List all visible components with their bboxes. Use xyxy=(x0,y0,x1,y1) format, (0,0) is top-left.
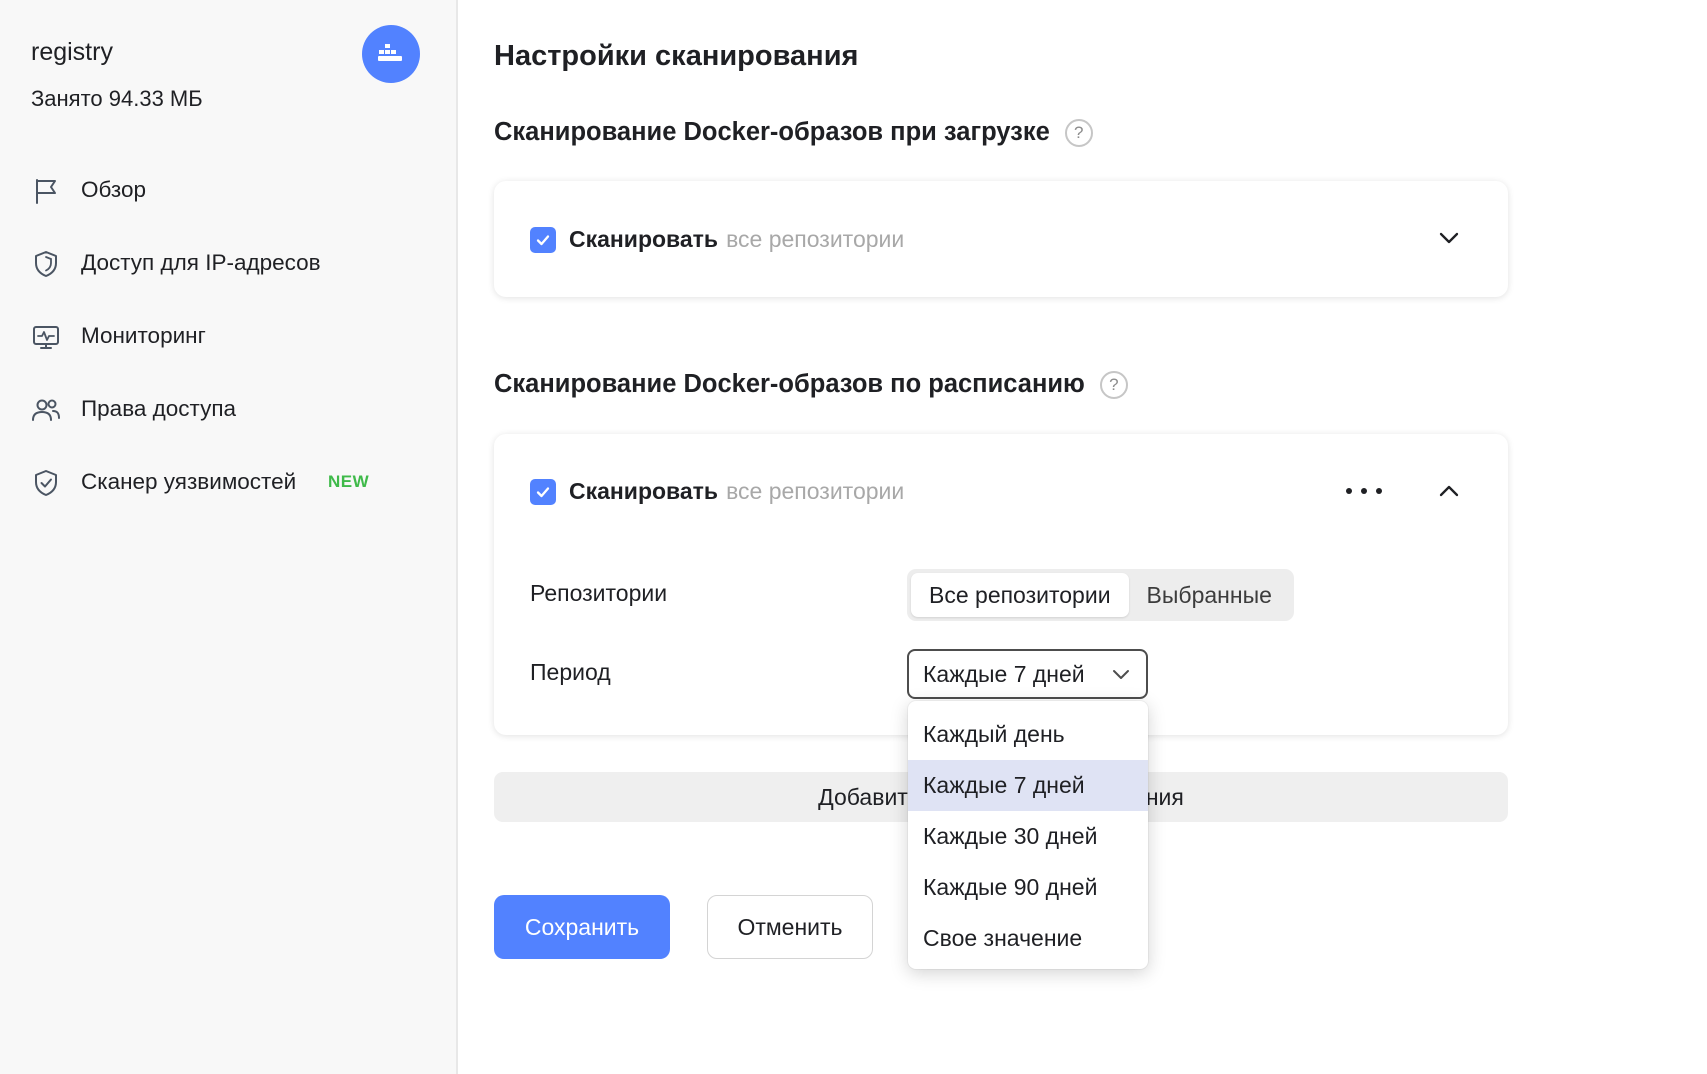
upload-scan-checkbox[interactable] xyxy=(530,226,556,253)
period-option-every-day[interactable]: Каждый день xyxy=(908,709,1148,760)
monitor-icon xyxy=(33,326,59,349)
sidebar: registry Занято 94.33 МБ Обзор Доступ дл… xyxy=(0,0,458,1074)
sidebar-item-label: Мониторинг xyxy=(81,323,206,348)
checkmark-icon xyxy=(536,486,550,497)
period-label: Период xyxy=(530,659,611,685)
sidebar-item-ip-access[interactable]: Доступ для IP-адресов xyxy=(0,233,456,293)
add-rule-label-start: Добавит xyxy=(818,783,908,810)
checkmark-icon xyxy=(536,234,550,245)
more-actions-icon[interactable] xyxy=(1346,479,1382,503)
shield-check-icon xyxy=(35,470,57,496)
repositories-label: Репозитории xyxy=(530,580,668,606)
add-rule-label-end: ния xyxy=(1145,783,1184,810)
scan-rule-label: Сканировать xyxy=(569,478,719,504)
schedule-scan-checkbox[interactable] xyxy=(530,478,556,505)
sidebar-item-label: Сканер уязвимостей xyxy=(81,469,297,494)
more-dot xyxy=(1361,488,1367,494)
more-dot xyxy=(1346,488,1352,494)
help-icon[interactable]: ? xyxy=(1099,370,1128,399)
segment-selected-repositories[interactable]: Выбранные xyxy=(1129,573,1290,617)
upload-scan-rule-row: Сканировать все репозитории xyxy=(530,226,904,253)
sidebar-item-vulnerability-scanner[interactable]: Сканер уязвимостей NEW xyxy=(0,452,456,512)
schedule-scan-rule-row: Сканировать все репозитории xyxy=(530,478,904,505)
sidebar-item-access-rights[interactable]: Права доступа xyxy=(0,379,456,439)
sidebar-item-overview[interactable]: Обзор xyxy=(0,160,456,220)
period-option-every-30-days[interactable]: Каждые 30 дней xyxy=(908,811,1148,862)
schedule-section-title: Сканирование Docker-образов по расписани… xyxy=(494,370,1128,399)
chevron-up-icon[interactable] xyxy=(1434,476,1464,506)
upload-section-title: Сканирование Docker-образов при загрузке… xyxy=(494,118,1093,147)
upload-scan-rule-card: Сканировать все репозитории xyxy=(494,181,1508,297)
new-badge: NEW xyxy=(328,472,370,491)
period-option-custom[interactable]: Свое значение xyxy=(908,913,1148,964)
upload-section-title-text: Сканирование Docker-образов при загрузке xyxy=(494,118,1050,146)
registry-name: registry xyxy=(31,38,113,66)
docker-icon[interactable] xyxy=(362,25,420,83)
shield-icon xyxy=(35,251,57,277)
schedule-section-title-text: Сканирование Docker-образов по расписани… xyxy=(494,370,1085,398)
more-dot xyxy=(1376,488,1382,494)
repositories-segmented-control: Все репозитории Выбранные xyxy=(907,569,1294,621)
sidebar-item-label: Доступ для IP-адресов xyxy=(81,250,321,275)
sidebar-item-label: Обзор xyxy=(81,177,146,202)
page-title: Настройки сканирования xyxy=(494,40,859,72)
period-dropdown-menu: Каждый день Каждые 7 дней Каждые 30 дней… xyxy=(908,701,1148,969)
chevron-down-icon xyxy=(1113,670,1129,679)
sidebar-item-label: Права доступа xyxy=(81,396,237,421)
sidebar-item-monitoring[interactable]: Мониторинг xyxy=(0,306,456,366)
period-select-value: Каждые 7 дней xyxy=(923,660,1085,687)
scan-rule-scope: все репозитории xyxy=(726,226,905,252)
period-select[interactable]: Каждые 7 дней xyxy=(907,649,1148,699)
scan-rule-scope: все репозитории xyxy=(726,478,905,504)
flag-icon xyxy=(36,179,56,204)
cancel-button[interactable]: Отменить xyxy=(707,895,873,959)
users-icon xyxy=(32,399,60,421)
help-icon[interactable]: ? xyxy=(1064,118,1093,147)
period-option-every-90-days[interactable]: Каждые 90 дней xyxy=(908,862,1148,913)
used-space: Занято 94.33 МБ xyxy=(31,86,203,111)
save-button[interactable]: Сохранить xyxy=(494,895,670,959)
chevron-down-icon[interactable] xyxy=(1434,223,1464,253)
scan-rule-label: Сканировать xyxy=(569,226,719,252)
segment-all-repositories[interactable]: Все репозитории xyxy=(911,573,1129,617)
period-option-every-7-days[interactable]: Каждые 7 дней xyxy=(908,760,1148,811)
schedule-scan-rule-card: Сканировать все репозитории Репозитории … xyxy=(494,434,1508,735)
